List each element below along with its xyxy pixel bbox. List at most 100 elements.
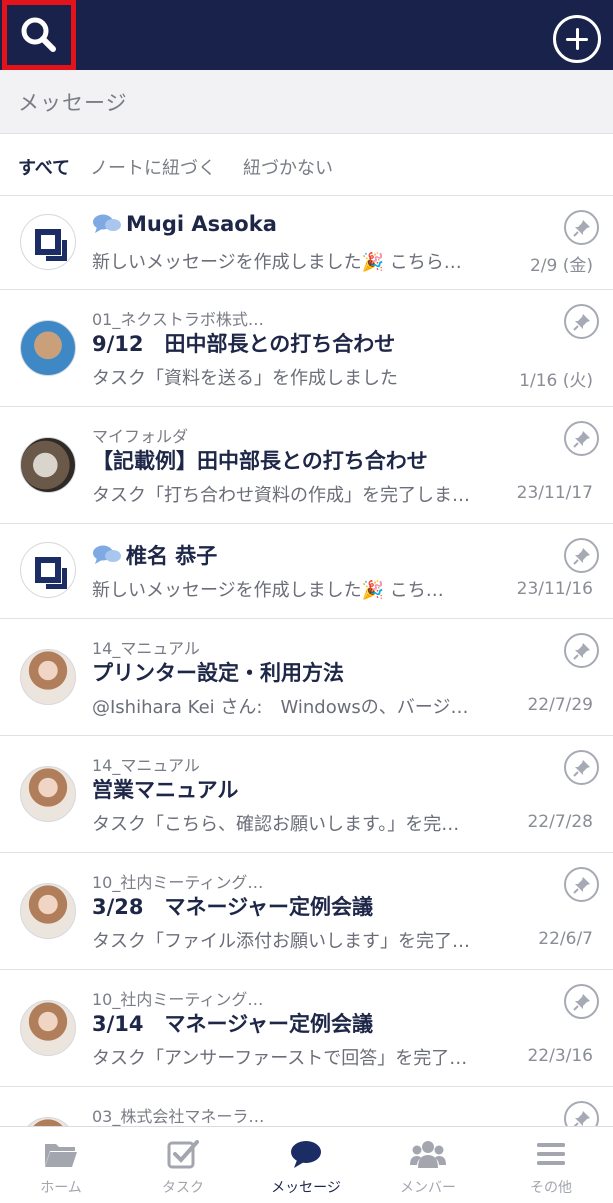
pin-button[interactable] [564,538,599,573]
task-checkbox-icon [165,1137,201,1171]
avatar [20,214,76,270]
message-row[interactable]: Mugi Asaoka 新しいメッセージを作成しました🎉 こちら… 2/9 (金… [0,196,613,290]
avatar [20,437,76,493]
tab-label: メンバー [400,1180,456,1196]
folder-name: マイフォルダ [92,427,189,446]
tab-tasks[interactable]: タスク [122,1127,244,1203]
pin-icon [572,430,590,448]
folder-name: 10_社内ミーティング… [92,990,264,1009]
message-preview: タスク「アンサーファーストで回答」を完了… [92,1048,468,1069]
folder-name: 03_株式会社マネーラ… [92,1107,265,1126]
avatar [20,1117,76,1126]
message-row[interactable]: 14_マニュアル プリンター設定・利用方法 @Ishihara Kei さん: … [0,619,613,736]
tab-label: その他 [530,1180,572,1196]
message-preview: 新しいメッセージを作成しました🎉 こちら… [92,252,462,273]
tab-label: メッセージ [271,1180,341,1196]
tab-messages[interactable]: メッセージ [245,1127,367,1203]
chat-bubble-icon [288,1137,324,1171]
pin-icon [572,313,590,331]
message-row[interactable]: 01_ネクストラボ株式… 9/12 田中部長との打ち合わせ タスク「資料を送る」… [0,290,613,407]
pin-button[interactable] [564,633,599,668]
pin-button[interactable] [564,304,599,339]
message-title: プリンター設定・利用方法 [92,661,344,685]
message-preview: @Ishihara Kei さん: Windowsの、バージ… [92,697,469,718]
message-preview: タスク「こちら、確認お願いします。」を完… [92,814,460,835]
message-title: Mugi Asaoka [92,212,277,236]
pin-button[interactable] [564,421,599,456]
company-logo-icon [35,229,67,261]
pin-button[interactable] [564,210,599,245]
tab-label: ホーム [40,1180,82,1196]
pin-icon [572,642,590,660]
tab-members[interactable]: メンバー [367,1127,489,1203]
chat-bubble-icon [92,544,122,566]
tab-label: タスク [162,1180,204,1196]
top-bar [0,0,613,70]
pin-icon [572,219,590,237]
tab-home[interactable]: ホーム [0,1127,122,1203]
tab-more[interactable]: その他 [490,1127,612,1203]
message-row[interactable]: 椎名 恭子 新しいメッセージを作成しました🎉 こち… 23/11/16 [0,524,613,619]
message-title-text: 椎名 恭子 [126,544,218,568]
chat-bubble-icon [92,213,122,235]
message-title: 営業マニュアル [92,778,239,802]
filter-linked-to-note[interactable]: ノートに紐づく [90,154,216,180]
members-icon [410,1137,446,1171]
folder-name: 14_マニュアル [92,639,200,658]
message-preview: タスク「資料を送る」を作成しました [92,368,398,389]
menu-icon [533,1137,569,1171]
filter-all[interactable]: すべて [18,154,70,180]
pin-button[interactable] [564,867,599,902]
message-preview: タスク「ファイル添付お願いします」を完了… [92,931,470,952]
bottom-tab-bar: ホーム タスク メッセージ メンバー その他 [0,1126,613,1202]
message-title-text: Mugi Asaoka [126,212,277,236]
message-preview: 新しいメッセージを作成しました🎉 こち… [92,580,444,601]
folder-name: 14_マニュアル [92,756,200,775]
pin-button[interactable] [564,984,599,1019]
message-preview: タスク「打ち合わせ資料の作成」を完了しま… [92,485,470,506]
pin-icon [572,876,590,894]
message-date: 22/3/16 [527,1046,593,1066]
folder-name: 01_ネクストラボ株式… [92,310,264,329]
message-row[interactable]: 14_マニュアル 営業マニュアル タスク「こちら、確認お願いします。」を完… 2… [0,736,613,853]
page-title: メッセージ [18,91,128,115]
message-date: 2/9 (金) [529,256,593,276]
pin-icon [572,993,590,1011]
message-row[interactable]: 03_株式会社マネーラ… [0,1087,613,1126]
filter-not-linked[interactable]: 紐づかない [243,154,333,180]
message-date: 22/7/29 [527,695,593,715]
pin-icon [572,759,590,777]
avatar [20,766,76,822]
folder-name: 10_社内ミーティング… [92,873,264,892]
add-message-button[interactable] [553,15,601,63]
section-header: メッセージ [0,70,613,134]
message-date: 1/16 (火) [519,371,593,391]
search-button[interactable] [2,0,76,70]
message-row[interactable]: マイフォルダ 【記載例】田中部長との打ち合わせ タスク「打ち合わせ資料の作成」を… [0,407,613,524]
folder-icon [43,1137,79,1171]
company-logo-icon [35,557,67,589]
message-list: Mugi Asaoka 新しいメッセージを作成しました🎉 こちら… 2/9 (金… [0,196,613,1126]
message-title: 3/28 マネージャー定例会議 [92,895,374,919]
message-date: 22/7/28 [527,812,593,832]
message-title: 3/14 マネージャー定例会議 [92,1012,374,1036]
message-date: 23/11/16 [516,579,593,599]
avatar [20,320,76,376]
message-date: 22/6/7 [538,929,593,949]
search-icon [21,17,56,52]
message-date: 23/11/17 [516,483,593,503]
pin-button[interactable] [564,750,599,785]
filter-bar: すべて ノートに紐づく 紐づかない [0,134,613,196]
message-row[interactable]: 10_社内ミーティング… 3/14 マネージャー定例会議 タスク「アンサーファー… [0,970,613,1087]
message-title: 9/12 田中部長との打ち合わせ [92,332,396,356]
avatar [20,883,76,939]
pin-icon [572,547,590,565]
message-row[interactable]: 10_社内ミーティング… 3/28 マネージャー定例会議 タスク「ファイル添付お… [0,853,613,970]
avatar [20,649,76,705]
avatar [20,1000,76,1056]
pin-icon [572,1110,590,1126]
pin-button[interactable] [564,1101,599,1126]
message-title: 【記載例】田中部長との打ち合わせ [92,449,428,473]
avatar [20,542,76,598]
message-title: 椎名 恭子 [92,540,217,570]
